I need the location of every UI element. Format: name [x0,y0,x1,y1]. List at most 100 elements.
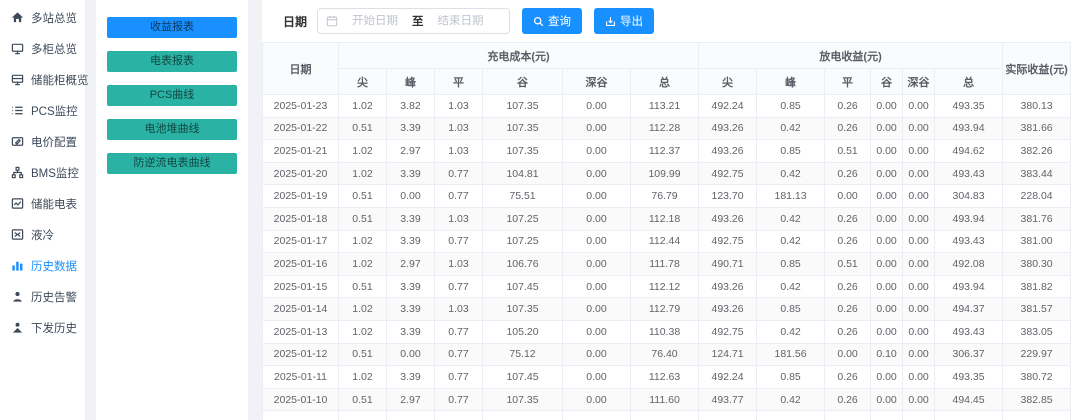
table-row: 2025-01-201.023.390.77104.810.00109.9949… [263,162,1071,185]
subheader-discharge: 尖 [699,69,757,95]
sidebar-item-4[interactable]: PCS监控 [0,95,85,126]
export-button[interactable]: 导出 [594,8,654,34]
user-history-icon [11,321,24,334]
table-row: 2025-01-120.510.000.7775.120.0076.40124.… [263,343,1071,366]
submenu-button-5[interactable]: 防逆流电表曲线 [107,153,237,174]
cell-value: 0.51 [825,253,871,276]
cell-value: 0.00 [563,207,631,230]
cell-value: 107.35 [483,388,563,411]
table-row: 2025-01-180.513.391.03107.250.00112.1849… [263,207,1071,230]
cell-value: 1.02 [339,230,387,253]
cell-date: 2025-01-14 [263,298,339,321]
cell-value: 3.39 [387,230,435,253]
submenu-button-4[interactable]: 电池堆曲线 [107,119,237,140]
cell-value: 0.26 [825,230,871,253]
cell-actual: 381.82 [1003,275,1071,298]
cell-actual: 383.44 [1003,162,1071,185]
table-header: 日期 充电成本(元) 放电收益(元) 实际收益(元) 尖峰平谷深谷总尖峰平谷深谷… [263,43,1071,95]
cell-value: 0.00 [387,185,435,208]
cell-value: 0.00 [563,320,631,343]
cell-value: 0.77 [435,388,483,411]
cell-value: 1.03 [435,253,483,276]
cell-value: 111.78 [631,253,699,276]
subheader-charge: 总 [631,69,699,95]
cell-value: 494.62 [935,140,1003,163]
sidebar-item-7[interactable]: 储能电表 [0,188,85,219]
cell-value: 3.39 [387,207,435,230]
cell-value: 2.97 [387,140,435,163]
cell-value: 0.00 [871,230,903,253]
table-row: 2025-01-150.513.390.77107.450.00112.1249… [263,275,1071,298]
date-range-picker[interactable]: 至 [317,8,510,34]
table-row: 2025-01-111.023.390.77107.450.00112.6349… [263,366,1071,389]
cell-value: 0.00 [903,275,935,298]
sidebar-item-label: 电价配置 [31,134,77,150]
cell-actual: 382.85 [1003,388,1071,411]
sidebar-item-2[interactable]: 多柜总览 [0,33,85,64]
cell-value: 493.26 [699,275,757,298]
cell-value: 0.00 [563,117,631,140]
submenu-button-3[interactable]: PCS曲线 [107,85,237,106]
cell-value: 493.94 [935,207,1003,230]
cell-value: 3.39 [387,298,435,321]
cell-date: 2025-01-13 [263,320,339,343]
sidebar-item-label: 下发历史 [31,320,77,336]
cell-value: 0.77 [435,366,483,389]
cell-value: 181.13 [757,185,825,208]
cell-value: 0.00 [903,366,935,389]
cell-empty [435,411,483,420]
cell-value: 0.00 [563,253,631,276]
cabinet-icon [11,73,24,86]
cell-value: 1.02 [339,162,387,185]
cell-actual: 380.30 [1003,253,1071,276]
cell-value: 0.10 [871,343,903,366]
cell-value: 0.77 [435,230,483,253]
header-charge-group: 充电成本(元) [339,43,699,69]
header-date: 日期 [263,43,339,95]
sidebar-item-11[interactable]: 下发历史 [0,312,85,343]
cell-value: 493.26 [699,207,757,230]
cell-value: 0.00 [903,253,935,276]
cell-value: 490.71 [699,253,757,276]
cell-value: 112.79 [631,298,699,321]
cell-empty [263,411,339,420]
sidebar-item-5[interactable]: 电价配置 [0,126,85,157]
cell-date: 2025-01-10 [263,388,339,411]
cell-value: 0.26 [825,162,871,185]
cell-value: 107.35 [483,117,563,140]
subheader-discharge: 峰 [757,69,825,95]
cell-value: 112.28 [631,117,699,140]
cell-value: 0.00 [903,140,935,163]
export-icon [605,16,616,27]
cell-value: 0.00 [563,343,631,366]
cell-actual: 381.57 [1003,298,1071,321]
sidebar-item-label: 多柜总览 [31,41,77,57]
sidebar-item-10[interactable]: 历史告警 [0,281,85,312]
sidebar-item-1[interactable]: 多站总览 [0,2,85,33]
cell-empty [631,411,699,420]
cell-value: 0.51 [339,117,387,140]
meter-icon [11,197,24,210]
end-date-input[interactable] [430,15,492,27]
cell-value: 493.35 [935,366,1003,389]
search-button[interactable]: 查询 [522,8,582,34]
cell-value: 3.39 [387,275,435,298]
submenu-button-1[interactable]: 收益报表 [107,17,237,38]
sidebar-item-8[interactable]: 液冷 [0,219,85,250]
cell-value: 0.42 [757,388,825,411]
cell-value: 0.00 [903,230,935,253]
sidebar-item-6[interactable]: BMS监控 [0,157,85,188]
cell-value: 1.03 [435,95,483,118]
cell-value: 106.76 [483,253,563,276]
cell-value: 493.43 [935,230,1003,253]
sidebar-item-9[interactable]: 历史数据 [0,250,85,281]
cell-value: 0.51 [339,207,387,230]
sidebar-item-3[interactable]: 储能柜概览 [0,64,85,95]
cell-value: 492.75 [699,320,757,343]
cooling-icon [11,228,24,241]
start-date-input[interactable] [344,15,406,27]
cell-actual: 381.76 [1003,207,1071,230]
cell-actual: 380.13 [1003,95,1071,118]
submenu-button-2[interactable]: 电表报表 [107,51,237,72]
cell-value: 107.25 [483,230,563,253]
